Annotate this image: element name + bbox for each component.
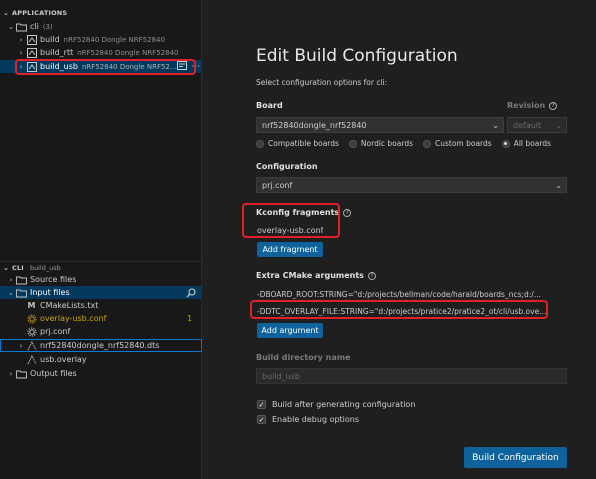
folder-open-icon bbox=[16, 287, 27, 298]
build-config-icon bbox=[26, 47, 37, 58]
cmake-file-icon: M bbox=[27, 301, 36, 310]
page-title: Edit Build Configuration bbox=[256, 46, 458, 66]
help-icon[interactable]: ? bbox=[549, 101, 558, 110]
revision-label: Revision? bbox=[507, 101, 558, 110]
devicetree-icon bbox=[26, 340, 37, 351]
radio-nordic-boards[interactable]: Nordic boards bbox=[348, 139, 413, 148]
cmake-args-label: Extra CMake arguments? bbox=[256, 271, 376, 280]
add-argument-button[interactable]: Add argument bbox=[257, 323, 323, 338]
page-subtitle: Select configuration options for cli: bbox=[256, 78, 388, 87]
kconfig-label: Kconfig fragments? bbox=[256, 208, 352, 217]
applications-section-header[interactable]: ⌄ APPLICATIONS bbox=[0, 6, 202, 19]
debug-options-checkbox[interactable]: ✓ Enable debug options bbox=[257, 415, 359, 424]
chevron-down-icon: ⌄ bbox=[2, 264, 10, 272]
board-label: Board bbox=[256, 101, 283, 110]
tree-item-build[interactable]: › build nRF52840 Dongle NRF52840 bbox=[0, 33, 202, 46]
build-after-checkbox[interactable]: ✓ Build after generating configuration bbox=[257, 400, 415, 409]
radio-dot-selected bbox=[501, 139, 510, 148]
chevron-right-icon: › bbox=[19, 62, 23, 71]
chevron-right-icon: › bbox=[19, 35, 23, 44]
edit-config-icon[interactable] bbox=[176, 61, 187, 72]
chevron-right-icon: › bbox=[19, 341, 23, 350]
tree-item-app-cli[interactable]: ⌄ cli (3) bbox=[0, 20, 202, 33]
edit-build-config-panel: Edit Build Configuration Select configur… bbox=[202, 0, 596, 479]
explorer-sidebar: ⌄ APPLICATIONS ⌄ cli (3) › build nRF5284… bbox=[0, 0, 202, 479]
build-config-icon bbox=[26, 34, 37, 45]
check-icon: ✓ bbox=[257, 400, 266, 409]
check-icon: ✓ bbox=[257, 415, 266, 424]
configuration-label: Configuration bbox=[256, 162, 318, 171]
folder-icon bbox=[16, 368, 27, 379]
add-fragment-button[interactable]: Add fragment bbox=[257, 242, 323, 257]
radio-dot bbox=[348, 139, 357, 148]
more-actions-icon[interactable]: ··· bbox=[192, 62, 201, 72]
board-select[interactable]: nrf52840dongle_nrf52840 ⌄ bbox=[256, 117, 504, 133]
radio-compatible-boards[interactable]: Compatible boards bbox=[256, 139, 339, 148]
radio-custom-boards[interactable]: Custom boards bbox=[423, 139, 492, 148]
tree-item-overlay-usb-conf[interactable]: overlay-usb.conf 1 bbox=[0, 312, 202, 325]
build-config-icon bbox=[26, 61, 37, 72]
radio-dot bbox=[256, 139, 264, 148]
cmake-arg-item[interactable]: -DDTC_OVERLAY_FILE:STRING="d:/projects/p… bbox=[257, 307, 547, 316]
search-icon[interactable] bbox=[186, 287, 196, 298]
chevron-right-icon: › bbox=[9, 369, 13, 378]
gear-icon bbox=[26, 326, 37, 337]
chevron-down-icon: ⌄ bbox=[492, 120, 499, 130]
build-dir-label: Build directory name bbox=[256, 353, 351, 362]
kconfig-fragment-item[interactable]: overlay-usb.conf bbox=[257, 226, 323, 235]
tree-item-build-rtt[interactable]: › build_rtt nRF52840 Dongle NRF52840 bbox=[0, 46, 202, 59]
devicetree-icon bbox=[26, 354, 37, 365]
folder-icon bbox=[16, 274, 27, 285]
build-dir-input[interactable]: build_usb bbox=[256, 368, 567, 384]
cmake-arg-item[interactable]: -DBOARD_ROOT:STRING="d:/projects/bellman… bbox=[257, 290, 557, 299]
help-icon[interactable]: ? bbox=[367, 271, 376, 280]
chevron-right-icon: › bbox=[9, 275, 13, 284]
chevron-down-icon: ⌄ bbox=[555, 180, 562, 190]
tree-item-output-files[interactable]: › Output files bbox=[0, 367, 202, 380]
radio-all-boards[interactable]: All boards bbox=[501, 139, 551, 148]
chevron-right-icon: › bbox=[19, 48, 23, 57]
gear-icon bbox=[26, 313, 37, 324]
board-filter-radios: Compatible boards Nordic boards Custom b… bbox=[256, 139, 551, 148]
chevron-down-icon: ⌄ bbox=[8, 22, 14, 31]
folder-icon bbox=[16, 21, 27, 32]
tree-item-dts-file[interactable]: › nrf52840dongle_nrf52840.dts bbox=[0, 339, 202, 352]
chevron-down-icon: ⌄ bbox=[555, 120, 562, 130]
radio-dot bbox=[423, 139, 431, 148]
build-configuration-button[interactable]: Build Configuration bbox=[464, 447, 567, 468]
chevron-down-icon: ⌄ bbox=[2, 8, 10, 17]
tree-item-source-files[interactable]: › Source files bbox=[0, 273, 202, 286]
tree-item-input-files[interactable]: ⌄ Input files bbox=[0, 286, 202, 299]
tree-item-cmakelists[interactable]: M CMakeLists.txt bbox=[0, 299, 202, 312]
tree-item-prj-conf[interactable]: prj.conf bbox=[0, 325, 202, 338]
help-icon[interactable]: ? bbox=[343, 208, 352, 217]
configuration-select[interactable]: prj.conf ⌄ bbox=[256, 177, 567, 193]
chevron-down-icon: ⌄ bbox=[8, 288, 14, 297]
tree-item-usb-overlay[interactable]: usb.overlay bbox=[0, 353, 202, 366]
tree-item-build-usb[interactable]: › build_usb nRF52840 Dongle NRF52... ··· bbox=[0, 60, 202, 73]
revision-select[interactable]: default ⌄ bbox=[507, 117, 567, 133]
problem-count-badge: 1 bbox=[187, 314, 192, 323]
